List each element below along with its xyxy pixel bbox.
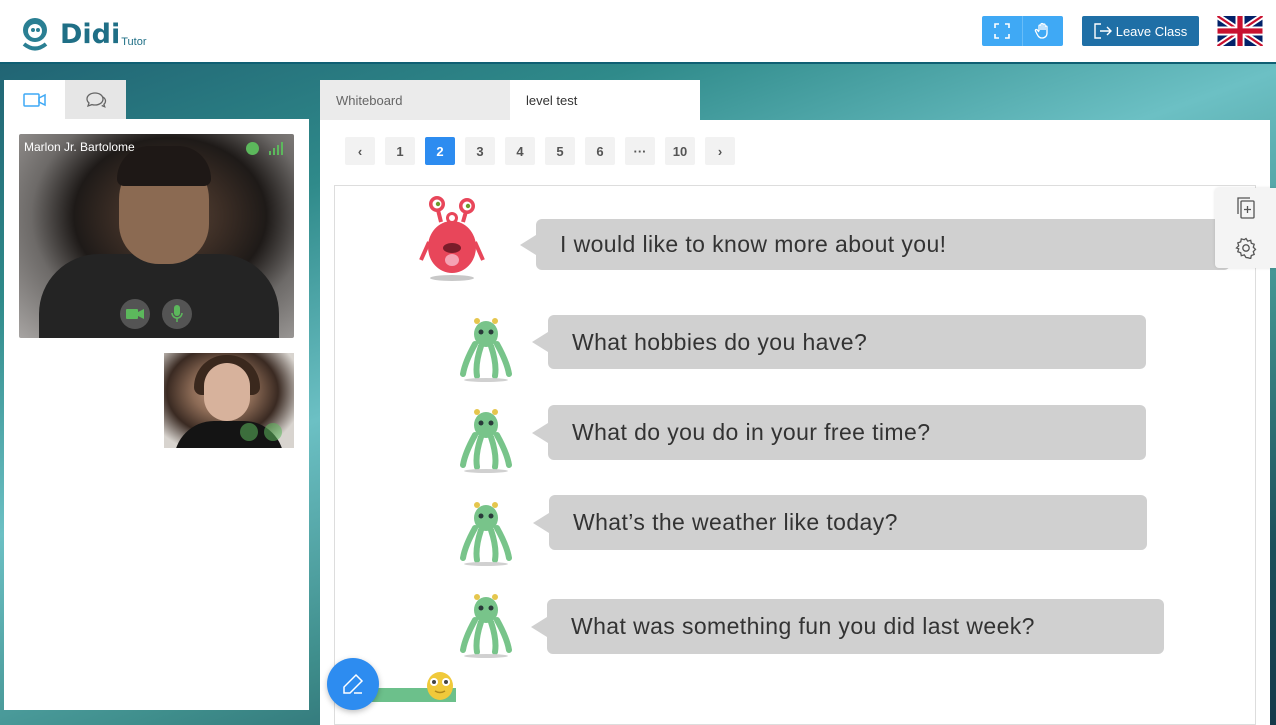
add-page-button[interactable]	[1215, 188, 1276, 228]
left-panel: Marlon Jr. Bartolome	[4, 80, 309, 710]
pencil-icon	[343, 673, 364, 694]
camera-icon	[126, 309, 144, 319]
chat-icon	[85, 91, 106, 108]
pagination: ‹ 1 2 3 4 5 6 ··· 10 ›	[345, 137, 735, 165]
tab-whiteboard[interactable]: Whiteboard	[320, 80, 510, 120]
leave-class-button[interactable]: Leave Class	[1082, 16, 1199, 46]
question-bubble-3: What’s the weather like today?	[533, 495, 1147, 550]
teacher-video: Marlon Jr. Bartolome	[19, 134, 294, 338]
fullscreen-button[interactable]	[982, 16, 1022, 46]
top-bar: Didi Tutor Leave Class	[0, 0, 1276, 64]
student-camera-button[interactable]	[240, 423, 258, 441]
question-bubble-4: What was something fun you did last week…	[531, 599, 1164, 654]
leave-class-label: Leave Class	[1115, 23, 1188, 39]
gear-icon	[1234, 237, 1256, 259]
yellow-monster-icon	[427, 672, 453, 700]
teacher-name: Marlon Jr. Bartolome	[24, 140, 135, 154]
page-2-button[interactable]: 2	[425, 137, 455, 165]
camera-toggle-button[interactable]	[120, 299, 150, 329]
fullscreen-icon	[994, 23, 1010, 39]
page-10-button[interactable]: 10	[665, 137, 695, 165]
logo-text: Didi	[60, 18, 121, 50]
microphone-icon	[171, 305, 183, 322]
page-ellipsis-button[interactable]: ···	[625, 137, 655, 165]
red-monster-icon	[419, 196, 485, 281]
language-flag-button[interactable]	[1215, 13, 1265, 49]
teacher-video-shirt	[39, 254, 279, 338]
video-panel: Marlon Jr. Bartolome	[4, 119, 309, 710]
signal-strength-icon	[269, 142, 283, 155]
intro-bubble: I would like to know more about you!	[520, 219, 1230, 270]
octopus-icon	[460, 502, 512, 566]
settings-button[interactable]	[1215, 228, 1276, 268]
question-bubble-2: What do you do in your free time?	[532, 405, 1146, 460]
uk-flag-icon	[1215, 13, 1265, 49]
page-3-button[interactable]: 3	[465, 137, 495, 165]
tab-level-test[interactable]: level test	[510, 80, 700, 120]
draw-tool-button[interactable]	[327, 658, 379, 710]
octopus-icon	[460, 318, 512, 382]
side-toolbar	[1215, 188, 1276, 268]
octopus-icon	[460, 409, 512, 473]
page-4-button[interactable]: 4	[505, 137, 535, 165]
toolbar-group	[982, 16, 1063, 46]
raise-hand-icon	[1034, 22, 1048, 39]
page-6-button[interactable]: 6	[585, 137, 615, 165]
prev-page-button[interactable]: ‹	[345, 137, 375, 165]
octopus-icon	[460, 594, 512, 658]
add-page-icon	[1236, 197, 1255, 219]
page-1-button[interactable]: 1	[385, 137, 415, 165]
tab-chat[interactable]	[65, 80, 126, 119]
student-video	[164, 353, 294, 448]
online-status-icon	[246, 142, 259, 155]
mic-toggle-button[interactable]	[162, 299, 192, 329]
raise-hand-button[interactable]	[1022, 16, 1063, 46]
logo-subtext: Tutor	[121, 36, 147, 48]
tab-video[interactable]	[4, 80, 65, 119]
left-panel-tabs	[4, 80, 126, 119]
student-mic-button[interactable]	[264, 423, 282, 441]
video-icon	[22, 92, 46, 107]
logo: Didi Tutor	[18, 14, 147, 54]
lesson-slide: I would like to know more about you! Wha…	[334, 185, 1256, 725]
logo-mascot-icon	[18, 17, 52, 51]
next-page-button[interactable]: ›	[705, 137, 735, 165]
exit-icon	[1094, 23, 1112, 39]
page-5-button[interactable]: 5	[545, 137, 575, 165]
question-bubble-1: What hobbies do you have?	[532, 315, 1146, 369]
student-video-face	[204, 363, 250, 421]
